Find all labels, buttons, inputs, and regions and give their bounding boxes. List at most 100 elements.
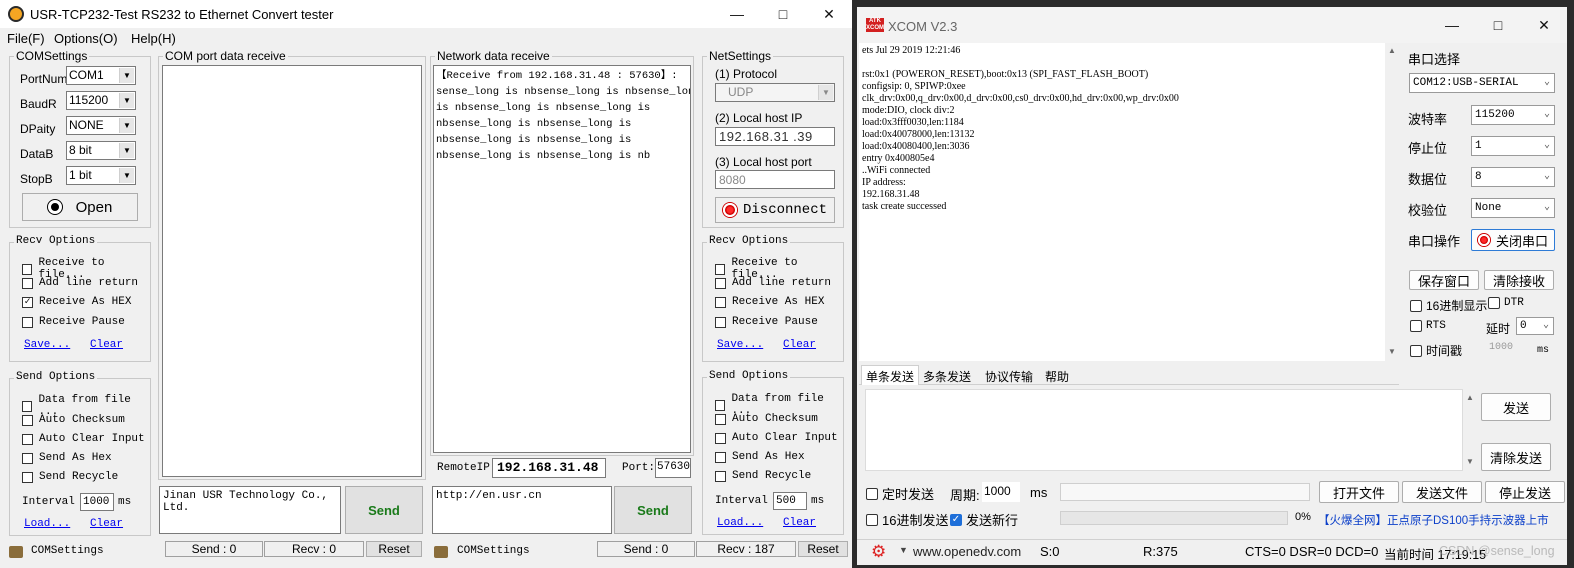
checkbox-icon <box>22 263 33 275</box>
send-newline-checkbox[interactable]: ✓ 发送新行 <box>950 510 1018 529</box>
com-receive-as-hex-checkbox[interactable]: ✓ Receive As HEX <box>22 296 131 308</box>
settings-icon <box>434 546 448 558</box>
com-auto-clear-input-checkbox[interactable]: Auto Clear Input <box>22 433 145 445</box>
net-send-as-hex-checkbox[interactable]: Send As Hex <box>715 451 805 463</box>
net-auto-checksum-checkbox[interactable]: Auto Checksum <box>715 413 818 425</box>
scroll-up-icon[interactable]: ▲ <box>1388 46 1396 55</box>
remote-port-input[interactable]: 57630 <box>655 458 691 478</box>
timestamp-label: 时间戳 <box>1426 344 1463 358</box>
gear-icon[interactable]: ⚙ <box>871 542 886 562</box>
close-button[interactable]: ✕ <box>806 0 852 28</box>
com-load-link[interactable]: Load... <box>24 518 70 530</box>
clear-receive-button[interactable]: 清除接收 <box>1484 270 1554 290</box>
databits-value: 8 bit <box>69 143 92 157</box>
databits-select[interactable]: 8 bit ▼ <box>66 141 136 160</box>
receive-log[interactable]: ets Jul 29 2019 12:21:46 rst:0x1 (POWERO… <box>859 43 1387 361</box>
timed-send-checkbox[interactable]: 定时发送 <box>866 484 934 503</box>
save-window-button[interactable]: 保存窗口 <box>1409 270 1479 290</box>
rts-checkbox[interactable]: RTS <box>1410 320 1446 332</box>
net-receive-pause-checkbox[interactable]: Receive Pause <box>715 316 818 328</box>
com-clear-send-link[interactable]: Clear <box>90 518 123 530</box>
net-add-line-return-checkbox[interactable]: Add line return <box>715 277 831 289</box>
send-scrollbar[interactable]: ▲ ▼ <box>1463 389 1477 471</box>
local-ip-input[interactable]: 192.168.31 .39 <box>715 127 835 146</box>
maximize-button[interactable]: □ <box>1475 11 1521 39</box>
stop-send-button[interactable]: 停止发送 <box>1485 481 1565 503</box>
com-send-as-hex-checkbox[interactable]: Send As Hex <box>22 452 112 464</box>
portnum-select[interactable]: COM1 ▼ <box>66 66 136 85</box>
send-file-button[interactable]: 发送文件 <box>1402 481 1482 503</box>
net-auto-clear-input-checkbox[interactable]: Auto Clear Input <box>715 432 838 444</box>
baud-select[interactable]: 115200 ⌄ <box>1471 105 1555 125</box>
tab-multi-send[interactable]: 多条发送 <box>923 368 971 385</box>
protocol-select[interactable]: UDP ▼ <box>715 83 835 102</box>
stop-select[interactable]: 1 ⌄ <box>1471 136 1555 156</box>
timestamp-checkbox[interactable]: 时间戳 <box>1410 342 1462 359</box>
data-select[interactable]: 8 ⌄ <box>1471 167 1555 187</box>
menu-options[interactable]: Options(O) <box>54 31 118 46</box>
disconnect-button[interactable]: Disconnect <box>715 197 835 223</box>
stopbits-select[interactable]: 1 bit ▼ <box>66 166 136 185</box>
com-send-input[interactable]: Jinan USR Technology Co., Ltd. <box>159 486 341 534</box>
tab-help[interactable]: 帮助 <box>1045 368 1069 385</box>
status-url[interactable]: www.openedv.com <box>913 544 1021 559</box>
close-port-button[interactable]: 关闭串口 <box>1471 229 1555 251</box>
com-receive-textarea[interactable] <box>162 65 422 477</box>
net-clear-send-link[interactable]: Clear <box>783 517 816 529</box>
net-send-button[interactable]: Send <box>614 486 692 534</box>
com-interval-input[interactable]: 1000 <box>80 493 114 511</box>
menu-help[interactable]: Help(H) <box>131 31 176 46</box>
chevron-down-icon[interactable]: ▼ <box>899 545 908 555</box>
send-button[interactable]: 发送 <box>1481 393 1551 421</box>
title-bar: USR-TCP232-Test RS232 to Ethernet Conver… <box>0 0 852 28</box>
tab-single-send[interactable]: 单条发送 <box>861 365 920 385</box>
hex-send-checkbox[interactable]: 16进制发送 <box>866 510 948 529</box>
com-send-button[interactable]: Send <box>345 486 423 534</box>
net-load-link[interactable]: Load... <box>717 517 763 529</box>
minimize-button[interactable]: — <box>714 0 760 28</box>
local-port-input[interactable]: 8080 <box>715 170 835 189</box>
net-receive-as-hex-checkbox[interactable]: Receive As HEX <box>715 296 824 308</box>
period-input[interactable]: 1000 <box>982 482 1020 502</box>
com-auto-checksum-checkbox[interactable]: Auto Checksum <box>22 414 125 426</box>
com-clear-link[interactable]: Clear <box>90 339 123 351</box>
send-textarea[interactable] <box>865 389 1463 471</box>
net-interval-input[interactable]: 500 <box>773 492 807 510</box>
open-file-button[interactable]: 打开文件 <box>1319 481 1399 503</box>
minimize-button[interactable]: — <box>1429 11 1475 39</box>
scroll-down-icon[interactable]: ▼ <box>1466 457 1474 466</box>
ad-link[interactable]: 【火爆全网】正点原子DS100手持示波器上市 <box>1318 512 1549 528</box>
checkbox-label: Send Recycle <box>39 471 119 483</box>
parity-select[interactable]: NONE ▼ <box>66 116 136 135</box>
scroll-down-icon[interactable]: ▼ <box>1388 347 1396 356</box>
hex-display-checkbox[interactable]: 16进制显示 <box>1410 297 1487 314</box>
baud-select[interactable]: 115200 ▼ <box>66 91 136 110</box>
port-select[interactable]: COM12:USB-SERIAL ⌄ <box>1409 73 1555 93</box>
close-button[interactable]: ✕ <box>1521 11 1567 39</box>
com-send-recycle-checkbox[interactable]: Send Recycle <box>22 471 118 483</box>
parity-select[interactable]: None ⌄ <box>1471 198 1555 218</box>
clear-send-button[interactable]: 清除发送 <box>1481 443 1551 471</box>
menu-file[interactable]: File(F) <box>7 31 45 46</box>
tab-protocol[interactable]: 协议传输 <box>985 368 1033 385</box>
net-save-link[interactable]: Save... <box>717 339 763 351</box>
delay-select[interactable]: 0 ⌄ <box>1516 317 1554 335</box>
com-receive-pause-checkbox[interactable]: Receive Pause <box>22 316 125 328</box>
menu-bar: File(F) Options(O) Help(H) <box>0 29 852 47</box>
net-send-recycle-checkbox[interactable]: Send Recycle <box>715 470 811 482</box>
com-add-line-return-checkbox[interactable]: Add line return <box>22 277 138 289</box>
remote-ip-input[interactable]: 192.168.31.48 <box>492 458 606 478</box>
net-send-input[interactable]: http://en.usr.cn <box>432 486 612 534</box>
net-receive-textarea[interactable]: 【Receive from 192.168.31.48 : 57630】: se… <box>433 65 691 453</box>
dtr-checkbox[interactable]: DTR <box>1488 297 1524 309</box>
com-reset-button[interactable]: Reset <box>366 541 422 557</box>
scroll-up-icon[interactable]: ▲ <box>1466 393 1474 402</box>
file-path-field[interactable] <box>1060 483 1310 501</box>
maximize-button[interactable]: □ <box>760 0 806 28</box>
log-scrollbar[interactable]: ▲ ▼ <box>1385 43 1399 361</box>
net-clear-link[interactable]: Clear <box>783 339 816 351</box>
net-reset-button[interactable]: Reset <box>798 541 848 557</box>
com-save-link[interactable]: Save... <box>24 339 70 351</box>
timestamp-input[interactable]: 1000 <box>1487 341 1527 357</box>
open-port-button[interactable]: Open <box>22 193 138 221</box>
